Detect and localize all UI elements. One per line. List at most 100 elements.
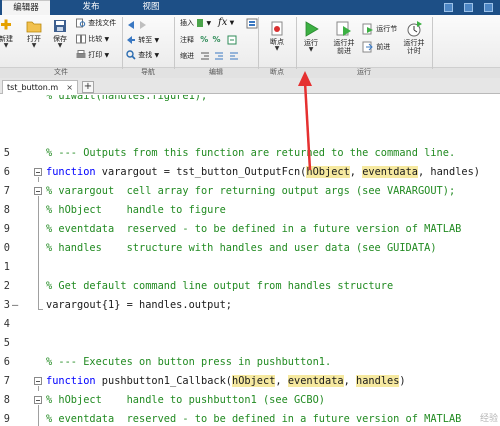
code-line[interactable]: 0 % handles structure with handles and us… (0, 239, 500, 258)
code-line[interactable]: 5 % --- Outputs from this function are re… (0, 144, 500, 163)
run-advance-button[interactable]: 运行并 前进 (330, 20, 358, 55)
edit-tools-row1[interactable] (246, 18, 258, 29)
goto-button[interactable]: 转至 ▼ (126, 35, 159, 45)
code-fold-icon[interactable] (34, 377, 42, 385)
line-number: 4 (3, 318, 10, 330)
goto-label: 转至 (138, 36, 153, 44)
save-button[interactable]: 保存 ▼ (50, 18, 70, 49)
tab-editor[interactable]: 编辑器 (2, 0, 50, 15)
close-tab-icon[interactable]: × (66, 81, 73, 94)
compare-button[interactable]: 比较 ▼ (76, 34, 109, 44)
run-section-icon (362, 23, 373, 35)
code-text: % handles structure with handles and use… (46, 239, 437, 258)
fold-guide (38, 296, 39, 310)
help-icon[interactable] (464, 3, 473, 12)
code-token: ) (399, 375, 406, 387)
expand-icon[interactable] (484, 3, 493, 12)
nav-back-forward[interactable] (126, 20, 148, 30)
code-line[interactable]: 6 function varargout = tst_button_OutputF… (0, 163, 500, 182)
code-line[interactable]: 9 % eventdata reserved - to be defined in… (0, 410, 500, 426)
new-icon (1, 19, 11, 30)
indent-button[interactable]: 缩进 (180, 51, 239, 61)
file-tab-name: tst_button.m (7, 83, 59, 92)
tab-view[interactable]: 视图 (128, 0, 174, 15)
breakpoint-group-label: 断点 (270, 68, 284, 76)
code-line[interactable]: 8 % hObject handle to pushbutton1 (see GC… (0, 391, 500, 410)
open-dropdown-icon: ▼ (31, 42, 37, 49)
find-files-button[interactable]: 查找文件 (76, 18, 116, 28)
advance-button[interactable]: 前进 (362, 41, 390, 53)
code-line[interactable] (0, 106, 500, 125)
breakpoints-button[interactable]: 断点 ▼ (264, 21, 290, 52)
code-token: , (275, 375, 288, 387)
editor-ribbon: 新建 ▼ 打开 ▼ 保存 ▼ 查找文件 比较 ▼ 打印 ▼ 文件 转至 ▼ 查找… (0, 15, 500, 78)
code-fold-icon[interactable] (34, 187, 42, 195)
code-line[interactable]: 4 (0, 315, 500, 334)
line-number: 7 (3, 185, 10, 197)
comment-token: % Get default command line output from h… (46, 280, 394, 292)
line-number: 8 (3, 394, 10, 406)
comment-token: % --- Outputs from this function are ret… (46, 147, 456, 159)
tab-publish[interactable]: 发布 (68, 0, 114, 15)
code-line[interactable] (0, 125, 500, 144)
highlighted-token: handles (356, 375, 400, 387)
code-line[interactable]: 6 % --- Executes on button press in pushb… (0, 353, 500, 372)
code-fold-icon[interactable] (34, 168, 42, 176)
code-line[interactable]: 8 % hObject handle to figure (0, 201, 500, 220)
fold-guide (38, 220, 39, 239)
code-token: , handles) (418, 166, 480, 178)
restore-icon[interactable] (444, 3, 453, 12)
comment-token: % eventdata reserved - to be defined in … (46, 223, 462, 235)
watermark-text: 经验 (479, 414, 498, 424)
highlighted-token: hObject (232, 375, 276, 387)
find-dropdown-icon: ▼ (154, 52, 160, 59)
keyword-token: function (46, 166, 96, 178)
code-line[interactable]: 1 (0, 258, 500, 277)
code-line[interactable]: 5 (0, 334, 500, 353)
keyword-token: function (46, 375, 96, 387)
code-line[interactable]: 7 % varargout cell array for returning ou… (0, 182, 500, 201)
new-button[interactable]: 新建 ▼ (0, 18, 15, 49)
add-tab-button[interactable]: + (82, 81, 94, 93)
insert-button[interactable]: 插入 ▼ (180, 18, 211, 28)
comment-token: % --- Executes on button press in pushbu… (46, 356, 332, 368)
indent-label: 缩进 (180, 52, 194, 60)
print-button[interactable]: 打印 ▼ (76, 50, 109, 60)
insert-icon (197, 19, 204, 27)
file-group-label: 文件 (54, 68, 68, 76)
comment-button[interactable]: 注释 % % (180, 35, 237, 45)
code-token: varargout{1} = handles.output; (46, 299, 232, 311)
find-button[interactable]: 查找 ▼ (126, 50, 159, 60)
compare-icon (76, 34, 86, 44)
run-and-time-button[interactable]: 运行并 计时 (400, 20, 428, 55)
ribbon-separator (258, 17, 259, 69)
find-files-icon (76, 18, 86, 28)
code-line[interactable]: 3— varargout{1} = handles.output; (0, 296, 500, 315)
executable-line-marker[interactable]: — (12, 296, 18, 315)
edit-group-label: 编辑 (209, 68, 223, 76)
code-text: % Get default command line output from h… (46, 277, 393, 296)
ribbon-separator (122, 17, 123, 69)
compare-dropdown-icon: ▼ (104, 36, 110, 43)
open-button[interactable]: 打开 ▼ (24, 18, 44, 49)
code-fold-icon[interactable] (34, 396, 42, 404)
line-number: 2 (3, 280, 10, 292)
code-line[interactable]: % uiwait(handles.figure1); (0, 95, 500, 106)
code-line[interactable]: 2 % Get default command line output from … (0, 277, 500, 296)
code-text: % hObject handle to figure (46, 201, 226, 220)
code-editor[interactable]: % uiwait(handles.figure1); 5 % --- Outputs… (0, 95, 500, 426)
code-text: % --- Outputs from this function are ret… (46, 144, 455, 163)
run-icon (305, 21, 319, 37)
fx-button[interactable]: fx ▼ (218, 17, 234, 28)
code-line[interactable]: 9 % eventdata reserved - to be defined in… (0, 220, 500, 239)
ribbon-separator (174, 17, 175, 69)
run-section-button[interactable]: 运行节 (362, 23, 397, 35)
code-text: % uiwait(handles.figure1); (46, 95, 207, 106)
run-button[interactable]: 运行 ▼ (300, 20, 322, 53)
file-tab-tst-button[interactable]: tst_button.m × (2, 80, 78, 94)
code-text: % hObject handle to pushbutton1 (see GCB… (46, 391, 325, 410)
line-number: 0 (3, 242, 10, 254)
run-dropdown-icon: ▼ (308, 46, 314, 53)
breakpoint-icon (271, 21, 283, 36)
code-line[interactable]: 7 function pushbutton1_Callback(hObject, … (0, 372, 500, 391)
